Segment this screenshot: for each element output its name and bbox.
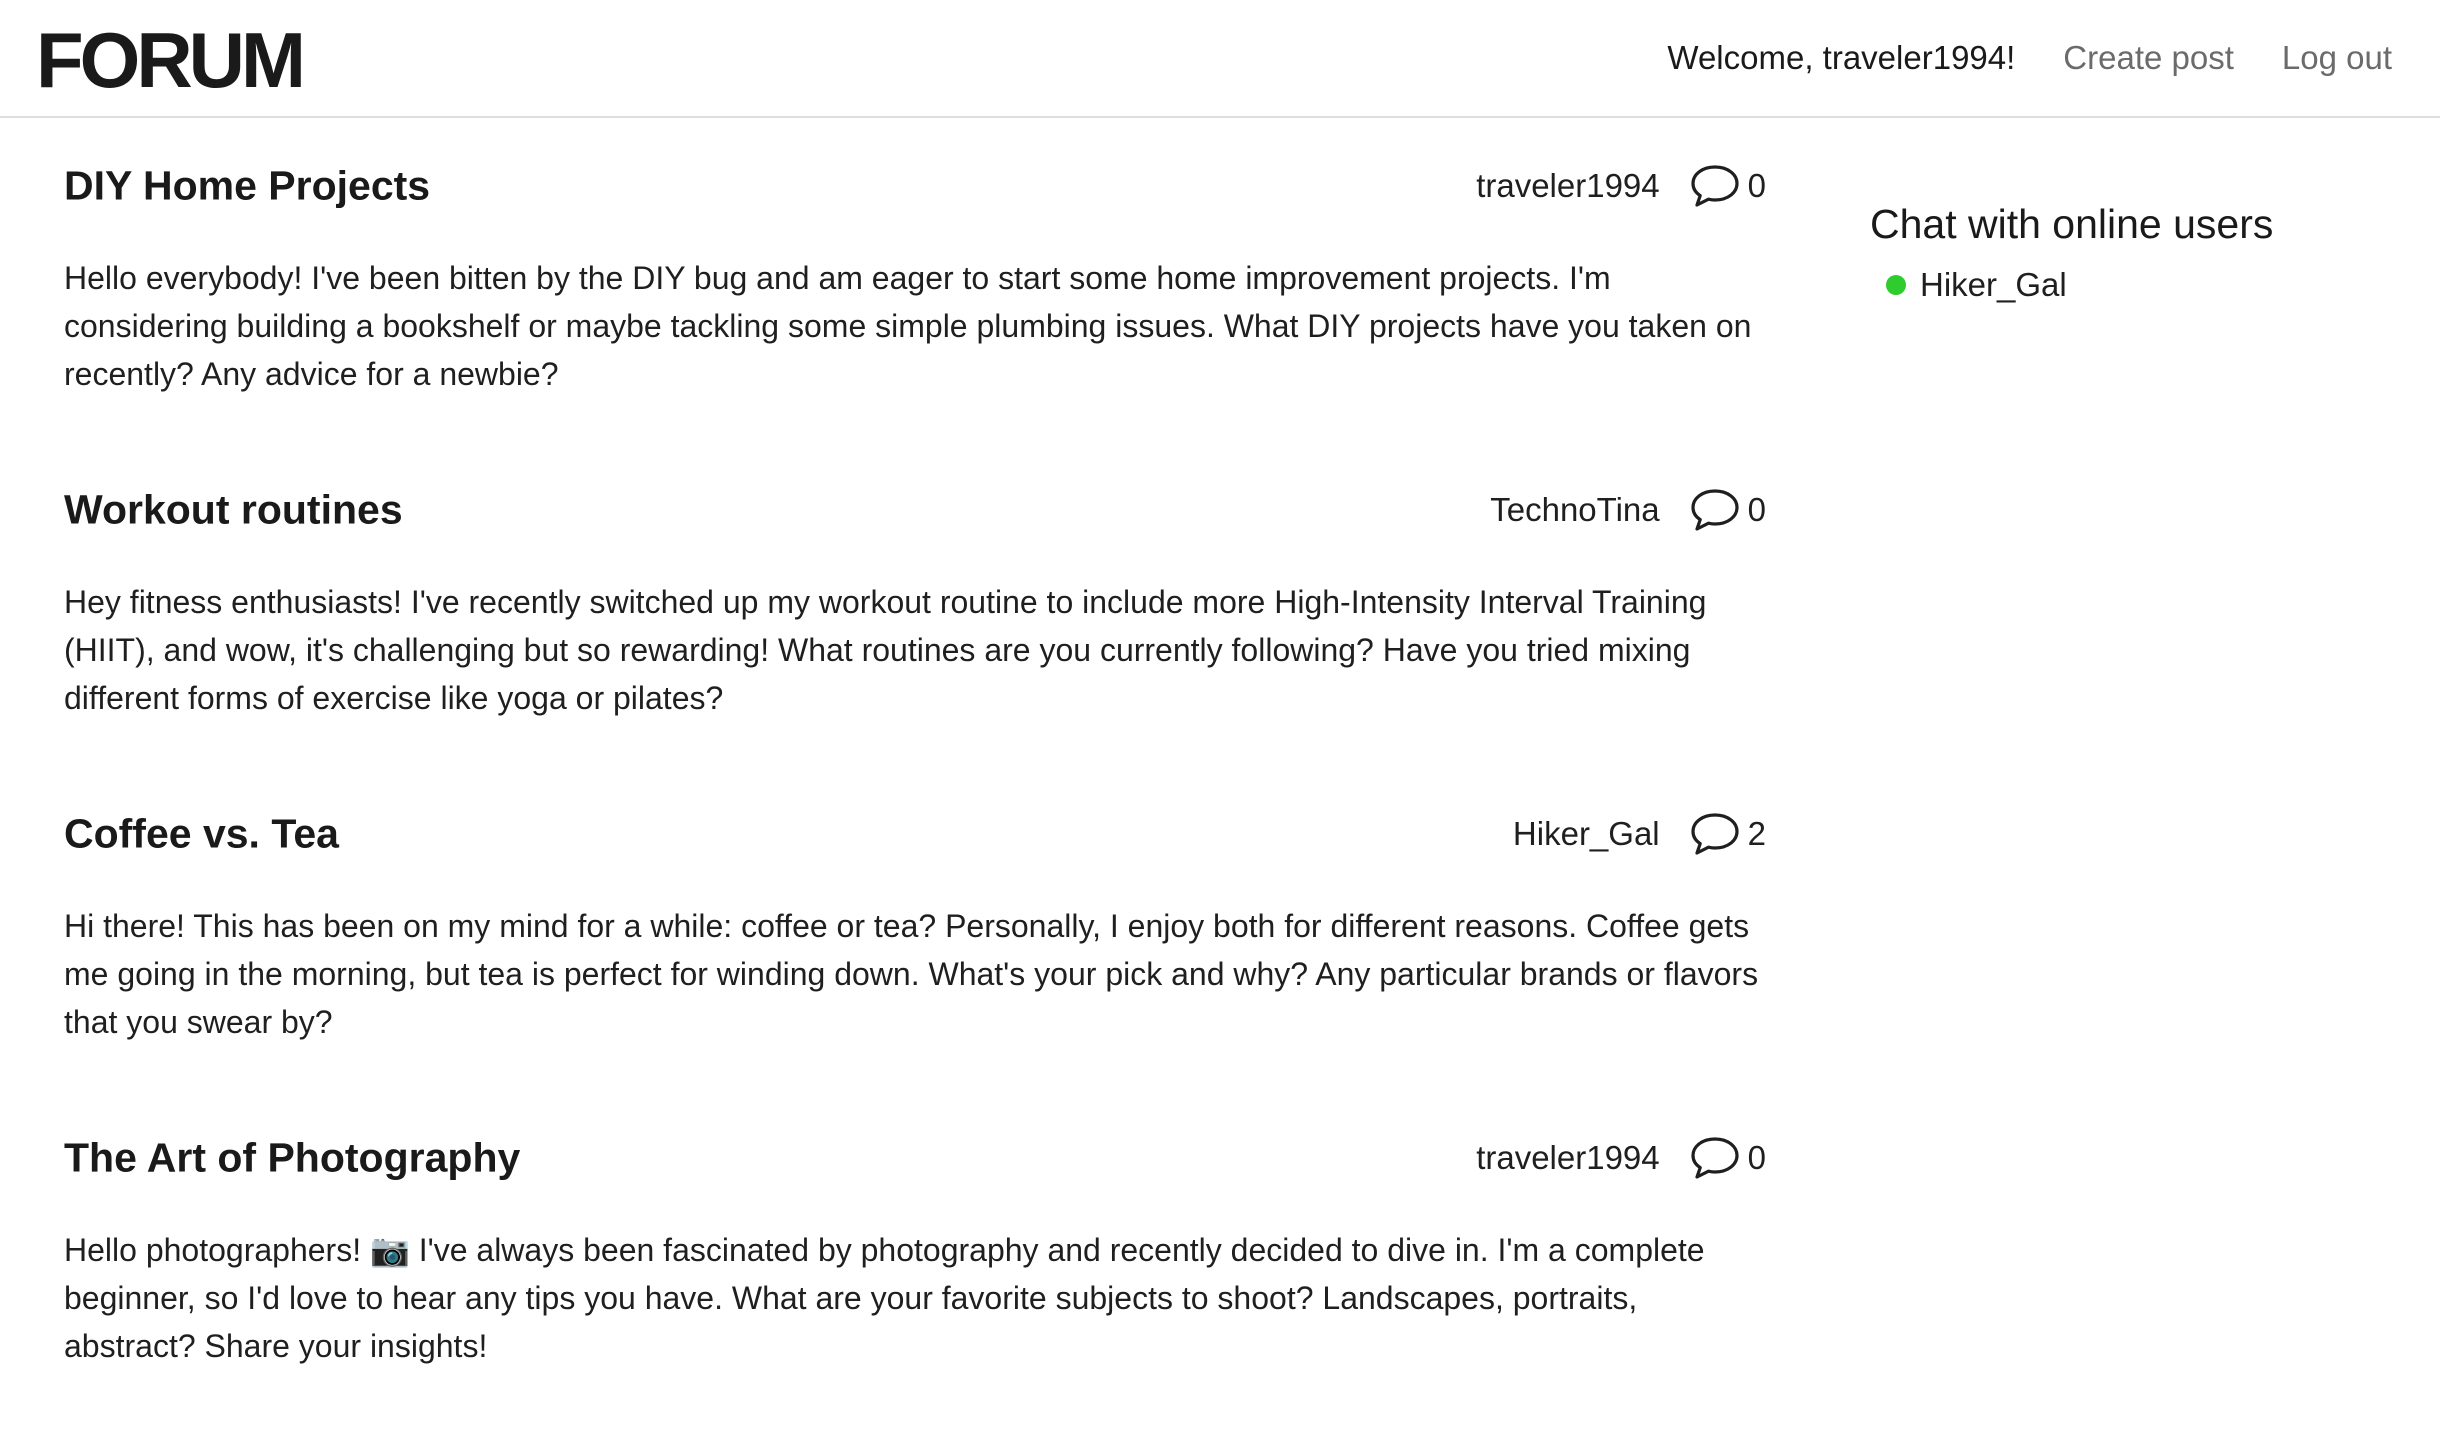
online-user-name: Hiker_Gal	[1920, 266, 2067, 303]
post-body: Hi there! This has been on my mind for a…	[64, 908, 1759, 1040]
comments-button[interactable]: 2	[1690, 812, 1766, 856]
post-meta: Hiker_Gal 2	[1513, 812, 1766, 856]
comment-count: 0	[1747, 167, 1766, 204]
comment-count: 0	[1747, 491, 1766, 528]
create-post-link[interactable]: Create post	[2063, 34, 2234, 82]
post-author[interactable]: traveler1994	[1476, 1139, 1659, 1177]
online-users-sidebar: Chat with online users Hiker_Gal	[1870, 196, 2390, 308]
log-out-link[interactable]: Log out	[2282, 34, 2392, 82]
comment-count: 0	[1747, 1139, 1766, 1176]
post-body: Hello photographers! 📷 I've always been …	[64, 1232, 1705, 1364]
sidebar-title: Chat with online users	[1870, 201, 2274, 247]
post-title[interactable]: The Art of Photography	[64, 1135, 520, 1182]
forum-logo[interactable]: FORUM	[36, 12, 306, 108]
post-title[interactable]: Workout routines	[64, 487, 403, 534]
top-nav: Welcome, traveler1994! Create post Log o…	[1667, 34, 2392, 82]
speech-bubble-icon	[1691, 1137, 1739, 1179]
post-header: Coffee vs. Tea Hiker_Gal 2	[64, 798, 1766, 872]
speech-bubble-icon	[1691, 813, 1739, 855]
post-author[interactable]: traveler1994	[1476, 167, 1659, 205]
post-meta: traveler1994 0	[1476, 1136, 1766, 1180]
comment-count: 2	[1747, 815, 1766, 852]
post-header: DIY Home Projects traveler1994 0	[64, 150, 1766, 224]
post-meta: TechnoTina 0	[1490, 488, 1766, 532]
top-header: FORUM Welcome, traveler1994! Create post…	[0, 0, 2440, 118]
welcome-text: Welcome, traveler1994!	[1667, 39, 2016, 76]
post-item: Workout routines TechnoTina 0 Hey fitnes…	[64, 474, 1766, 798]
online-dot-icon	[1886, 275, 1906, 295]
comments-button[interactable]: 0	[1690, 164, 1766, 208]
post-author[interactable]: Hiker_Gal	[1513, 815, 1660, 853]
post-item: DIY Home Projects traveler1994 0 Hello e…	[64, 150, 1766, 474]
post-title[interactable]: DIY Home Projects	[64, 163, 430, 210]
post-author[interactable]: TechnoTina	[1490, 491, 1659, 529]
post-item: The Art of Photography traveler1994 0 He…	[64, 1122, 1766, 1446]
comments-button[interactable]: 0	[1690, 1136, 1766, 1180]
post-body: Hey fitness enthusiasts! I've recently s…	[64, 584, 1707, 716]
post-item: Coffee vs. Tea Hiker_Gal 2 Hi there! Thi…	[64, 798, 1766, 1122]
speech-bubble-icon	[1691, 165, 1739, 207]
post-header: The Art of Photography traveler1994 0	[64, 1122, 1766, 1196]
post-list: DIY Home Projects traveler1994 0 Hello e…	[64, 150, 1766, 1446]
post-meta: traveler1994 0	[1476, 164, 1766, 208]
speech-bubble-icon	[1691, 489, 1739, 531]
post-header: Workout routines TechnoTina 0	[64, 474, 1766, 548]
online-user-item[interactable]: Hiker_Gal	[1886, 262, 2390, 308]
post-body: Hello everybody! I've been bitten by the…	[64, 260, 1752, 392]
comments-button[interactable]: 0	[1690, 488, 1766, 532]
post-title[interactable]: Coffee vs. Tea	[64, 811, 339, 858]
